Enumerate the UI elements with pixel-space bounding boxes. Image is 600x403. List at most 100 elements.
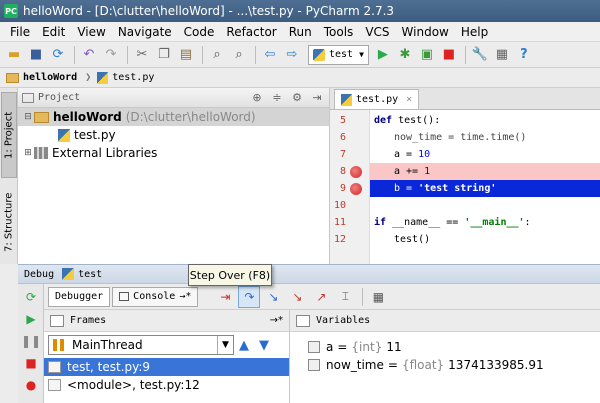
toolbar-separator xyxy=(464,45,466,64)
stop-icon[interactable]: ■ xyxy=(22,354,40,372)
window-title: helloWord - [D:\clutter\helloWord] - ...… xyxy=(23,4,395,18)
variable-item[interactable]: now_time = {float} 1374133985.91 xyxy=(290,356,600,374)
breakpoint-icon[interactable] xyxy=(350,182,362,195)
tree-item-path: (D:\clutter\helloWord) xyxy=(125,110,256,124)
debug-side-toolbar: ⟳ ▶ ❚❚ ■ ● xyxy=(18,284,44,403)
pin-icon[interactable]: →* xyxy=(270,315,283,326)
breadcrumb: helloWord ❯ test.py xyxy=(0,68,600,88)
tab-project[interactable]: 1: Project xyxy=(1,92,17,178)
frame-item[interactable]: test, test.py:9 xyxy=(44,358,289,376)
arrow-right-icon: →* xyxy=(179,291,192,302)
chevron-down-icon: ▼ xyxy=(217,336,233,354)
find-icon[interactable]: ⌕ xyxy=(207,45,227,65)
breadcrumb-file[interactable]: test.py xyxy=(97,71,154,84)
step-out-icon[interactable]: ↗ xyxy=(310,286,332,308)
tree-item-label: helloWord xyxy=(53,110,122,124)
menu-edit[interactable]: Edit xyxy=(36,25,71,39)
menu-code[interactable]: Code xyxy=(178,25,221,39)
tab-test-py[interactable]: test.py × xyxy=(334,89,420,109)
step-into-icon[interactable]: ↘ xyxy=(262,286,284,308)
menu-view[interactable]: View xyxy=(71,25,111,39)
code-line: 5 def test(): xyxy=(330,112,600,129)
library-icon xyxy=(34,147,48,159)
menu-run[interactable]: Run xyxy=(283,25,318,39)
frames-panel: Frames →* MainThread ▼ ▲ ▼ test, test.py… xyxy=(44,310,290,403)
step-into-my-code-icon[interactable]: ↘ xyxy=(286,286,308,308)
menu-window[interactable]: Window xyxy=(396,25,455,39)
line-number: 5 xyxy=(339,115,346,126)
redo-icon[interactable]: ↷ xyxy=(101,45,121,65)
menu-help[interactable]: Help xyxy=(455,25,494,39)
run-config-select[interactable]: test ▼ xyxy=(308,44,369,65)
tab-project-label: 1: Project xyxy=(3,111,15,159)
run-icon[interactable]: ▶ xyxy=(373,45,393,65)
toolbar-separator xyxy=(202,45,203,64)
step-over-button[interactable]: ↷ xyxy=(238,285,261,308)
tab-console[interactable]: Console →* xyxy=(112,286,199,307)
tooltip-text: Step Over (F8) xyxy=(189,268,271,282)
equals-sign: = xyxy=(337,340,348,354)
variable-item[interactable]: a = {int} 11 xyxy=(290,338,600,356)
run-to-cursor-icon[interactable]: ⌶ xyxy=(334,286,356,308)
stop-icon[interactable]: ■ xyxy=(439,45,459,65)
forward-icon[interactable]: ⇨ xyxy=(282,45,302,65)
project-view-select[interactable]: Project xyxy=(38,92,249,103)
show-execution-point-icon[interactable]: ⇥ xyxy=(214,286,236,308)
sync-icon[interactable]: ⟳ xyxy=(48,45,68,65)
hide-panel-icon[interactable]: ⇥ xyxy=(309,91,325,104)
code-area[interactable]: 5 def test(): 6 now_time = time.time() 7… xyxy=(330,110,600,264)
menu-navigate[interactable]: Navigate xyxy=(112,25,178,39)
frame-item-label: test, test.py:9 xyxy=(67,360,151,374)
breadcrumb-project[interactable]: helloWord xyxy=(6,72,77,83)
equals-sign: = xyxy=(387,358,398,372)
back-icon[interactable]: ⇦ xyxy=(260,45,280,65)
save-icon[interactable]: ■ xyxy=(26,45,46,65)
cut-icon[interactable]: ✂ xyxy=(132,45,152,65)
collapse-all-icon[interactable]: ≑ xyxy=(269,91,285,104)
frame-icon xyxy=(48,379,61,391)
settings-icon[interactable]: 🔧 xyxy=(470,45,490,65)
menu-tools[interactable]: Tools xyxy=(318,25,360,39)
locate-icon[interactable]: ⊕ xyxy=(249,91,265,104)
tree-item-label: test.py xyxy=(74,128,116,142)
python-file-icon xyxy=(313,48,325,61)
resume-icon[interactable]: ▶ xyxy=(22,310,40,328)
tree-item-external-libraries[interactable]: ⊞ External Libraries xyxy=(18,144,329,162)
tab-debugger[interactable]: Debugger xyxy=(48,286,111,307)
frame-item[interactable]: <module>, test.py:12 xyxy=(44,376,289,394)
gear-icon[interactable]: ⚙ xyxy=(289,91,305,104)
previous-frame-icon[interactable]: ▲ xyxy=(234,338,254,353)
debug-icon[interactable]: ✱ xyxy=(395,45,415,65)
tree-item-test-py[interactable]: test.py xyxy=(18,126,329,144)
next-frame-icon[interactable]: ▼ xyxy=(254,338,274,353)
menu-vcs[interactable]: VCS xyxy=(359,25,395,39)
collapse-icon[interactable]: ⊟ xyxy=(22,112,34,122)
close-icon[interactable]: × xyxy=(406,94,412,105)
run-config-label: test xyxy=(329,49,354,60)
variable-name: now_time xyxy=(326,358,384,372)
help-icon[interactable]: ? xyxy=(514,45,534,65)
paste-icon[interactable]: ▤ xyxy=(176,45,196,65)
menu-file[interactable]: File xyxy=(4,25,36,39)
frames-header-label: Frames xyxy=(70,315,107,326)
rerun-icon[interactable]: ⟳ xyxy=(22,288,40,306)
copy-icon[interactable]: ❐ xyxy=(154,45,174,65)
line-number: 9 xyxy=(339,183,346,194)
coverage-icon[interactable]: ▣ xyxy=(417,45,437,65)
expand-icon[interactable]: ⊞ xyxy=(22,148,34,158)
breakpoint-icon[interactable] xyxy=(350,165,362,178)
thread-select[interactable]: MainThread ▼ xyxy=(48,335,234,355)
view-breakpoints-icon[interactable]: ● xyxy=(22,376,40,394)
debug-label: Debug xyxy=(24,268,55,280)
undo-icon[interactable]: ↶ xyxy=(79,45,99,65)
open-folder-icon[interactable]: ▬ xyxy=(4,45,24,65)
tree-item-project-root[interactable]: ⊟ helloWord (D:\clutter\helloWord) xyxy=(18,108,329,126)
pause-icon[interactable]: ❚❚ xyxy=(21,332,41,350)
evaluate-expression-icon[interactable]: ▦ xyxy=(367,286,389,308)
tab-structure[interactable]: 7: Structure xyxy=(1,184,17,260)
code-line: 10 xyxy=(330,197,600,214)
replace-icon[interactable]: ⌕ xyxy=(229,45,249,65)
menu-refactor[interactable]: Refactor xyxy=(220,25,282,39)
project-structure-icon[interactable]: ▦ xyxy=(492,45,512,65)
tab-console-label: Console xyxy=(133,291,176,302)
